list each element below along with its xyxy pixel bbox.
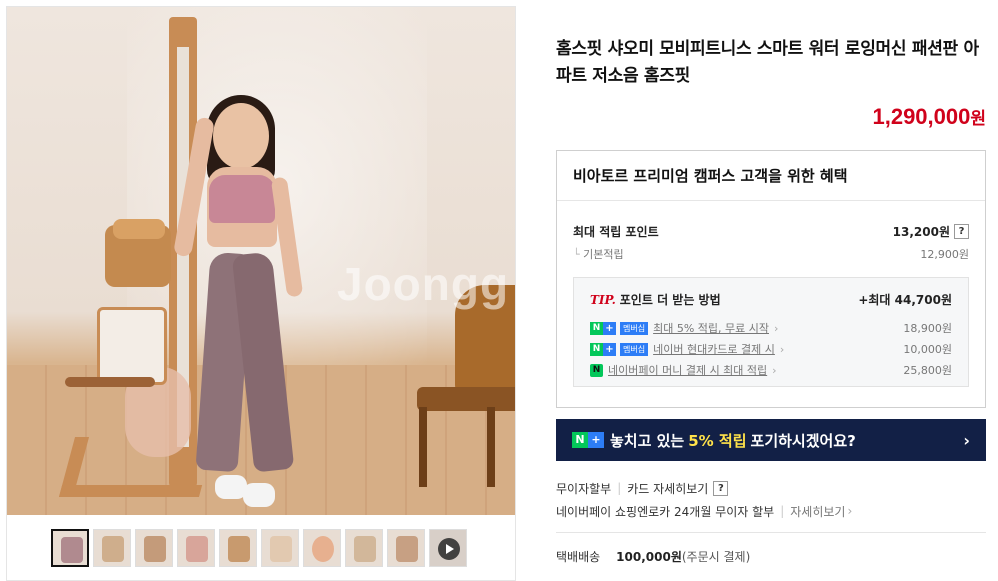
product-title: 홈스핏 샤오미 모비피트니스 스마트 워터 로잉머신 패션판 아파트 저소음 홈… [556, 39, 979, 86]
max-point-label: 최대 적립 포인트 [573, 225, 659, 239]
play-icon [438, 538, 460, 560]
installment-label: 무이자할부 [556, 481, 612, 496]
membership-badge: 멤버십 [620, 321, 649, 335]
thumbnail[interactable] [177, 529, 215, 567]
divider [556, 532, 986, 533]
price-row: 1,290,000원 [556, 104, 986, 130]
max-point-value: 13,200원 [892, 225, 950, 239]
chevron-right-icon: › [774, 321, 779, 335]
chevron-right-icon: › [963, 430, 970, 450]
detail-link[interactable]: 자세히보기 [790, 503, 845, 520]
tip-link[interactable]: 네이버페이 머니 결제 시 최대 적립 [608, 362, 767, 378]
footplate [97, 307, 167, 385]
thumbnail[interactable] [345, 529, 383, 567]
benefit-header: 비아토르 프리미엄 캠퍼스 고객을 위한 혜택 [557, 151, 985, 201]
shipping-fee: 100,000원 [616, 550, 682, 564]
model-sports-bra [209, 175, 275, 223]
chevron-right-icon: › [779, 342, 785, 356]
tip-title: 포인트 더 받는 방법 [619, 293, 721, 307]
base-point-label-wrap: └ 기본적립 [573, 248, 624, 261]
shipping-row: 택배배송 100,000원(주문시 결제) [556, 548, 750, 565]
chair-seat [417, 387, 515, 411]
banner-text-post: 포기하시겠어요? [750, 431, 856, 450]
shipping-note: (주문시 결제) [681, 550, 751, 564]
tip-label: TIP. [590, 293, 616, 307]
chevron-right-icon: › [847, 504, 853, 518]
separator: | [780, 504, 785, 518]
help-icon[interactable]: ? [713, 480, 729, 496]
tip-max-value: +최대 44,700원 [858, 293, 952, 307]
tip-value: 10,000원 [903, 343, 952, 356]
tip-value: 18,900원 [903, 322, 952, 335]
banner-highlight: 5% 적립 [688, 431, 747, 450]
tip-box: TIP. 포인트 더 받는 방법 +최대 44,700원 N + 멤버십 최대 5%… [573, 277, 969, 387]
rowing-handle [65, 377, 155, 387]
thumbnail[interactable] [51, 529, 89, 567]
product-info: 홈스핏 샤오미 모비피트니스 스마트 워터 로잉머신 패션판 아파트 저소음 홈… [556, 36, 986, 130]
model-shoe [243, 483, 275, 507]
payment-info: 무이자할부 | 카드 자세히보기 ? 네이버페이 쇼핑엔로카 24개월 무이자 … [556, 478, 852, 524]
shipping-label: 택배배송 [556, 550, 601, 564]
card-detail-link[interactable]: 카드 자세히보기 [627, 480, 708, 497]
thumbnail[interactable] [219, 529, 257, 567]
membership-badge: 멤버십 [620, 342, 649, 356]
max-point-row: 최대 적립 포인트 13,200원 ? [573, 223, 969, 240]
base-point-row: └ 기본적립 12,900원 [573, 246, 969, 262]
base-point-label: 기본적립 [583, 248, 624, 261]
naver-plus-icon: N + [572, 432, 604, 448]
model-head [213, 103, 269, 169]
thumbnail[interactable] [387, 529, 425, 567]
thumbnail[interactable] [93, 529, 131, 567]
tip-row[interactable]: N + 멤버십 네이버 현대카드로 결제 시 › 10,000원 [590, 341, 952, 357]
separator: | [617, 481, 622, 495]
currency-unit: 원 [970, 109, 986, 129]
help-icon[interactable]: ? [954, 224, 969, 239]
npay-installment-text: 네이버페이 쇼핑엔로카 24개월 무이자 할부 [556, 504, 775, 519]
thumbnail[interactable] [261, 529, 299, 567]
naver-plus-icon: N + [590, 321, 616, 335]
thumbnail[interactable] [135, 529, 173, 567]
chair-leg [419, 407, 427, 487]
banner-text-pre: 놓치고 있는 [610, 431, 685, 450]
max-point-value-wrap: 13,200원 ? [893, 223, 969, 240]
tip-link[interactable]: 최대 5% 적립, 무료 시작 [653, 320, 769, 336]
main-product-image[interactable]: Joongg [7, 7, 515, 515]
benefit-box: 비아토르 프리미엄 캠퍼스 고객을 위한 혜택 최대 적립 포인트 13,200… [556, 150, 986, 408]
membership-banner[interactable]: N + 놓치고 있는 5% 적립 포기하시겠어요? › [556, 419, 986, 461]
installment-row: 무이자할부 | 카드 자세히보기 ? [556, 478, 852, 498]
chair-leg [487, 407, 495, 487]
tip-row[interactable]: N + 멤버십 최대 5% 적립, 무료 시작 › 18,900원 [590, 320, 952, 336]
thumbnail-strip [51, 529, 467, 567]
tip-link[interactable]: 네이버 현대카드로 결제 시 [653, 341, 775, 357]
thumbnail[interactable] [303, 529, 341, 567]
tip-value: 25,800원 [903, 364, 952, 377]
watermark-logo: Joongg [337, 258, 510, 310]
base-point-value: 12,900원 [920, 248, 969, 261]
chevron-right-icon: › [772, 363, 777, 377]
naver-pay-icon: N [590, 363, 603, 377]
tip-row[interactable]: N 네이버페이 머니 결제 시 최대 적립 › 25,800원 [590, 362, 952, 378]
rowing-seat-top [113, 219, 165, 239]
product-price: 1,290,000 [872, 104, 971, 129]
tip-heading: TIP. 포인트 더 받는 방법 [590, 291, 721, 308]
naver-plus-icon: N + [590, 342, 616, 356]
video-thumbnail[interactable] [429, 529, 467, 567]
product-gallery: Joongg [6, 6, 516, 581]
npay-installment-row: 네이버페이 쇼핑엔로카 24개월 무이자 할부 | 자세히보기 › [556, 501, 852, 521]
